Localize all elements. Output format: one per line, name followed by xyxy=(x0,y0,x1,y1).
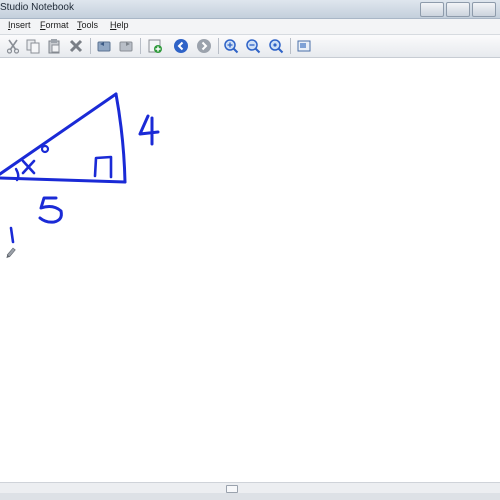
insert-page-icon[interactable] xyxy=(146,37,164,55)
delete-icon[interactable] xyxy=(67,37,85,55)
toolbar-separator xyxy=(140,38,141,54)
angle-label-x-strokes xyxy=(21,159,36,175)
triangle-hypotenuse xyxy=(0,92,118,176)
minimize-button[interactable] xyxy=(420,2,444,17)
copy-icon[interactable] xyxy=(24,37,42,55)
maximize-button[interactable] xyxy=(446,2,470,17)
pen-cursor-icon xyxy=(6,247,16,259)
window-controls xyxy=(420,2,496,17)
side-label-4-strokes xyxy=(138,114,160,146)
paste-icon[interactable] xyxy=(45,37,63,55)
status-strip xyxy=(0,493,500,500)
menu-bar: Insert Format Tools Help xyxy=(0,19,500,35)
menu-tools[interactable]: Tools xyxy=(77,20,98,30)
close-button[interactable] xyxy=(472,2,496,17)
full-screen-icon[interactable] xyxy=(295,37,313,55)
zoom-in-icon[interactable] xyxy=(222,37,240,55)
title-bar: Studio Notebook xyxy=(0,0,500,19)
cut-icon[interactable] xyxy=(4,37,22,55)
degree-sign xyxy=(40,144,50,154)
redo-icon[interactable] xyxy=(117,37,135,55)
note-1-stroke xyxy=(9,226,15,244)
handwriting-layer: 4 5 x° 1 xyxy=(0,92,160,259)
undo-icon[interactable] xyxy=(95,37,113,55)
zoom-fit-icon[interactable] xyxy=(267,37,285,55)
previous-page-icon[interactable] xyxy=(172,37,190,55)
scrollbar-thumb[interactable] xyxy=(226,485,238,493)
base-label-5-strokes xyxy=(38,196,63,224)
window-title: Studio Notebook xyxy=(0,2,74,13)
toolbar xyxy=(0,35,500,58)
toolbar-separator xyxy=(290,38,291,54)
toolbar-separator xyxy=(90,38,91,54)
menu-format[interactable]: Format xyxy=(40,20,69,30)
toolbar-separator xyxy=(218,38,219,54)
right-angle-mark xyxy=(93,155,113,179)
next-page-icon[interactable] xyxy=(195,37,213,55)
zoom-out-icon[interactable] xyxy=(244,37,262,55)
menu-insert[interactable]: Insert xyxy=(8,20,31,30)
horizontal-scrollbar[interactable] xyxy=(0,482,500,493)
triangle-right-side xyxy=(114,92,127,184)
menu-help[interactable]: Help xyxy=(110,20,129,30)
notebook-canvas[interactable]: 4 5 x° 1 xyxy=(0,58,500,482)
